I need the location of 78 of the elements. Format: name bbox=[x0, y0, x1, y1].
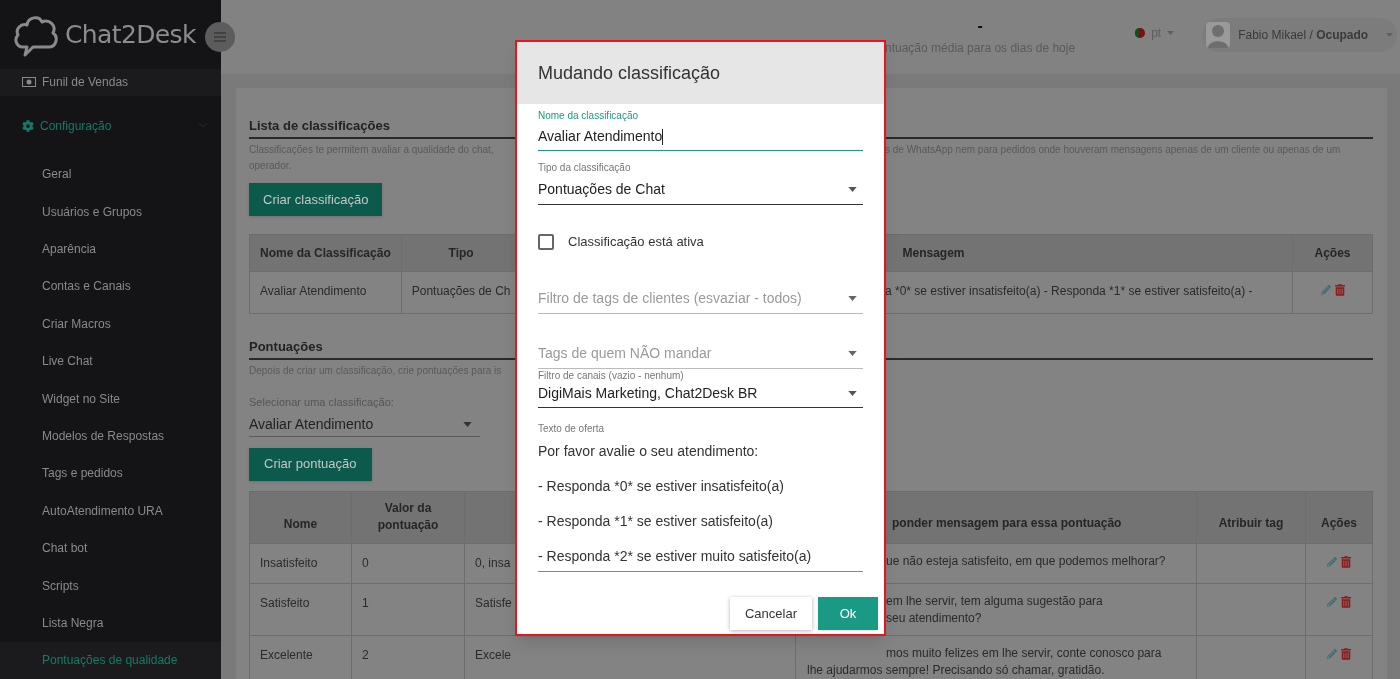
delete-icon[interactable] bbox=[1341, 647, 1351, 660]
ok-button[interactable]: Ok bbox=[818, 597, 878, 630]
column-header: Atribuir tag bbox=[1196, 491, 1306, 543]
delete-icon[interactable] bbox=[1341, 595, 1351, 608]
table-cell-text: ue não esteja satisfeito, em que podemos melhorar? bbox=[886, 553, 1166, 568]
type-select[interactable]: Pontuações de Chat bbox=[538, 175, 863, 205]
caret-icon bbox=[463, 421, 472, 427]
sidebar-section[interactable]: Configuração bbox=[0, 98, 221, 153]
column-header: Ações bbox=[1305, 491, 1373, 543]
table-cell: 1 bbox=[351, 583, 465, 635]
sidebar-item[interactable]: AutoAtendimento URA bbox=[0, 492, 221, 530]
delete-icon[interactable] bbox=[1341, 555, 1351, 568]
table-cell: Excelente bbox=[249, 635, 352, 679]
column-header: Nome bbox=[249, 491, 352, 543]
caret-icon bbox=[848, 350, 857, 356]
caret-icon bbox=[848, 391, 857, 396]
menu-icon bbox=[214, 32, 226, 42]
checkbox-label: Classificação está ativa bbox=[568, 233, 704, 251]
channels-select[interactable]: DigiMais Marketing, Chat2Desk BR bbox=[538, 380, 863, 408]
sidebar-item[interactable]: Lista Negra bbox=[0, 604, 221, 642]
user-menu[interactable]: Fabio Mikael / Ocupado bbox=[1202, 18, 1398, 52]
cancel-button[interactable]: Cancelar bbox=[730, 597, 812, 630]
table-cell: 0 bbox=[351, 543, 465, 583]
table-cell: Insatisfeito bbox=[249, 543, 352, 583]
offer-text-field[interactable]: Por favor avalie o seu atendimento: - Responda *0* se estiver insatisfeito(a) - Responda *1* se estiver satisfeito(a) - Responda *2* se estiver muito satisfeito(a) bbox=[538, 435, 863, 572]
column-header: Nome da Classificação bbox=[249, 234, 402, 272]
edit-icon[interactable] bbox=[1327, 556, 1337, 567]
field-label: Tipo da classificação bbox=[538, 161, 631, 175]
table-cell-text: mos muito felizes em lhe servir, conte conosco para bbox=[886, 645, 1162, 660]
sidebar-item[interactable]: Contas e Canais bbox=[0, 267, 221, 306]
sidebar-item[interactable]: Aparência bbox=[0, 230, 221, 268]
sidebar-item[interactable]: Chat bot bbox=[0, 529, 221, 567]
delete-icon[interactable] bbox=[1334, 284, 1345, 296]
sidebar-item[interactable]: Funil de Vendas bbox=[0, 68, 221, 96]
edit-icon[interactable] bbox=[1327, 596, 1337, 607]
caret-icon bbox=[848, 187, 857, 192]
field-label: Filtro de canais (vazio - nenhum) bbox=[538, 369, 684, 381]
table-cell: Satisfeito bbox=[249, 583, 352, 635]
user-label: Fabio Mikael / Ocupado bbox=[1238, 27, 1369, 44]
field-label: Nome da classificação bbox=[538, 109, 639, 123]
caret-icon bbox=[848, 295, 857, 301]
dialog-title: Mudando classificação bbox=[538, 61, 721, 85]
flag-icon bbox=[1135, 28, 1146, 38]
client-tags-select[interactable]: Filtro de tags de clientes (esvaziar - todos) bbox=[538, 283, 863, 314]
column-header: Ações bbox=[1292, 234, 1373, 272]
name-field[interactable]: Avaliar Atendimento bbox=[538, 123, 863, 151]
sidebar-item[interactable]: Modelos de Respostas bbox=[0, 417, 221, 455]
section-title: Lista de classificações bbox=[249, 118, 390, 133]
table-cell-text: seu atendimento? bbox=[886, 610, 982, 625]
checkbox[interactable] bbox=[538, 233, 554, 250]
score-value: - bbox=[977, 17, 983, 35]
sidebar-item[interactable]: Tags e pedidos bbox=[0, 454, 221, 493]
section-title: Pontuações bbox=[249, 339, 323, 354]
sidebar-item[interactable]: Pontuações de qualidade bbox=[0, 641, 221, 679]
sidebar-item[interactable]: Live Chat bbox=[0, 342, 221, 380]
table-cell-text: em lhe servir, tem alguma sugestão para bbox=[886, 593, 1103, 608]
column-header: ponder mensagem para essa pontuação bbox=[892, 516, 1122, 530]
logo-text: Chat2Desk bbox=[65, 18, 196, 51]
column-header: Mensagem bbox=[885, 234, 1293, 272]
table-cell: Avaliar Atendimento bbox=[249, 271, 402, 314]
money-icon bbox=[22, 77, 36, 88]
exclude-tags-select[interactable]: Tags de quem NÃO mandar bbox=[538, 338, 863, 369]
edit-icon[interactable] bbox=[1327, 648, 1337, 659]
column-header: Valor da pontuação bbox=[351, 491, 465, 543]
classification-select[interactable]: Avaliar Atendimento bbox=[249, 412, 480, 437]
table-cell-text: lhe ajudarmos sempre! Precisando só chamar, gratidão. bbox=[807, 662, 1105, 677]
sidebar-item[interactable]: Widget no Site bbox=[0, 379, 221, 418]
field-label: Texto de oferta bbox=[538, 421, 605, 436]
sidebar-item[interactable]: Geral bbox=[0, 155, 221, 193]
sidebar-item[interactable]: Usuários e Grupos bbox=[0, 192, 221, 231]
avatar bbox=[1206, 22, 1231, 48]
edit-icon[interactable] bbox=[1320, 285, 1331, 295]
create-classification-button[interactable]: Criar classificação bbox=[249, 183, 383, 216]
sidebar-item[interactable]: Scripts bbox=[0, 566, 221, 605]
sidebar-item[interactable]: Criar Macros bbox=[0, 305, 221, 343]
settings-icon bbox=[22, 119, 34, 132]
caret-icon bbox=[1167, 31, 1175, 35]
create-score-button[interactable]: Criar pontuação bbox=[249, 447, 372, 481]
